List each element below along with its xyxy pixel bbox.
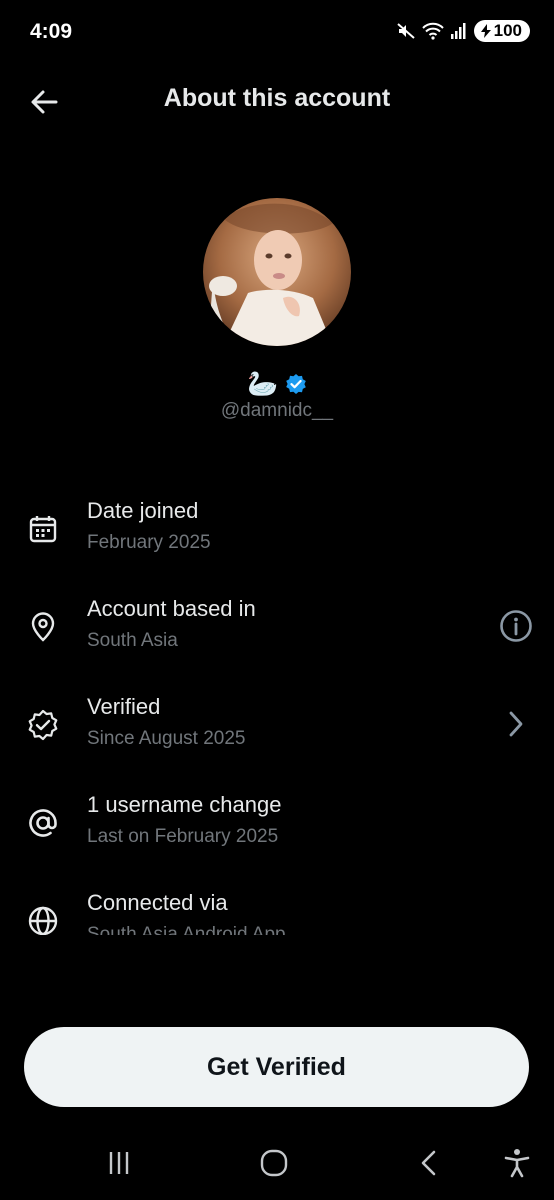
profile-handle: @damnidc__	[220, 400, 334, 421]
verified-badge-icon	[24, 706, 62, 744]
get-verified-button[interactable]: Get Verified	[24, 1027, 529, 1107]
item-subtitle: South Asia	[87, 630, 178, 651]
header: About this account	[0, 70, 554, 130]
avatar-image	[203, 198, 351, 346]
profile-name-row: 🦢	[0, 370, 554, 398]
item-account-based-in: Account based in South Asia	[0, 596, 554, 676]
globe-icon	[24, 902, 62, 935]
calendar-icon	[24, 510, 62, 548]
item-subtitle: Last on February 2025	[87, 826, 279, 847]
status-icons: 100	[396, 20, 530, 42]
item-date-joined: Date joined February 2025	[0, 498, 554, 578]
profile-avatar[interactable]	[203, 198, 351, 346]
battery-level: 100	[493, 21, 522, 40]
recent-apps-icon	[109, 1152, 129, 1174]
display-name: 🦢	[247, 370, 279, 398]
signal-icon	[450, 23, 466, 39]
status-time: 4:09	[30, 20, 73, 43]
accessibility-button[interactable]	[492, 1138, 542, 1188]
home-button[interactable]	[249, 1138, 299, 1188]
chevron-right-icon	[509, 711, 523, 737]
verified-check-icon	[285, 374, 306, 394]
system-back-button[interactable]	[404, 1138, 454, 1188]
verified-chevron[interactable]	[498, 706, 534, 742]
account-info-list: Date joined February 2025 Account based …	[0, 490, 554, 935]
item-subtitle: Since August 2025	[87, 728, 246, 749]
at-sign-icon	[24, 804, 62, 842]
status-bar: 4:09 100	[0, 0, 554, 64]
item-username-change: 1 username change Last on February 2025	[0, 792, 554, 872]
item-connected-via: Connected via South Asia Android App	[0, 890, 554, 935]
system-nav-bar	[0, 1120, 554, 1200]
accessibility-icon	[504, 1149, 530, 1178]
info-button[interactable]	[498, 608, 534, 644]
wifi-icon	[421, 22, 444, 40]
mute-icon	[396, 23, 415, 39]
page-title: About this account	[163, 84, 391, 112]
item-subtitle: South Asia Android App	[87, 924, 286, 935]
item-title: Date joined	[87, 498, 199, 523]
battery-indicator: 100	[473, 20, 530, 42]
item-title: Verified	[87, 694, 161, 719]
info-icon	[500, 610, 532, 642]
item-title: 1 username change	[87, 792, 282, 817]
item-verified[interactable]: Verified Since August 2025	[0, 694, 554, 774]
recent-apps-button[interactable]	[94, 1138, 144, 1188]
system-back-icon	[421, 1150, 436, 1176]
battery-saver-icon	[480, 24, 491, 38]
item-subtitle: February 2025	[87, 532, 211, 553]
home-icon	[260, 1149, 288, 1177]
item-title: Connected via	[87, 890, 228, 915]
item-title: Account based in	[87, 596, 256, 621]
location-pin-icon	[24, 608, 62, 646]
